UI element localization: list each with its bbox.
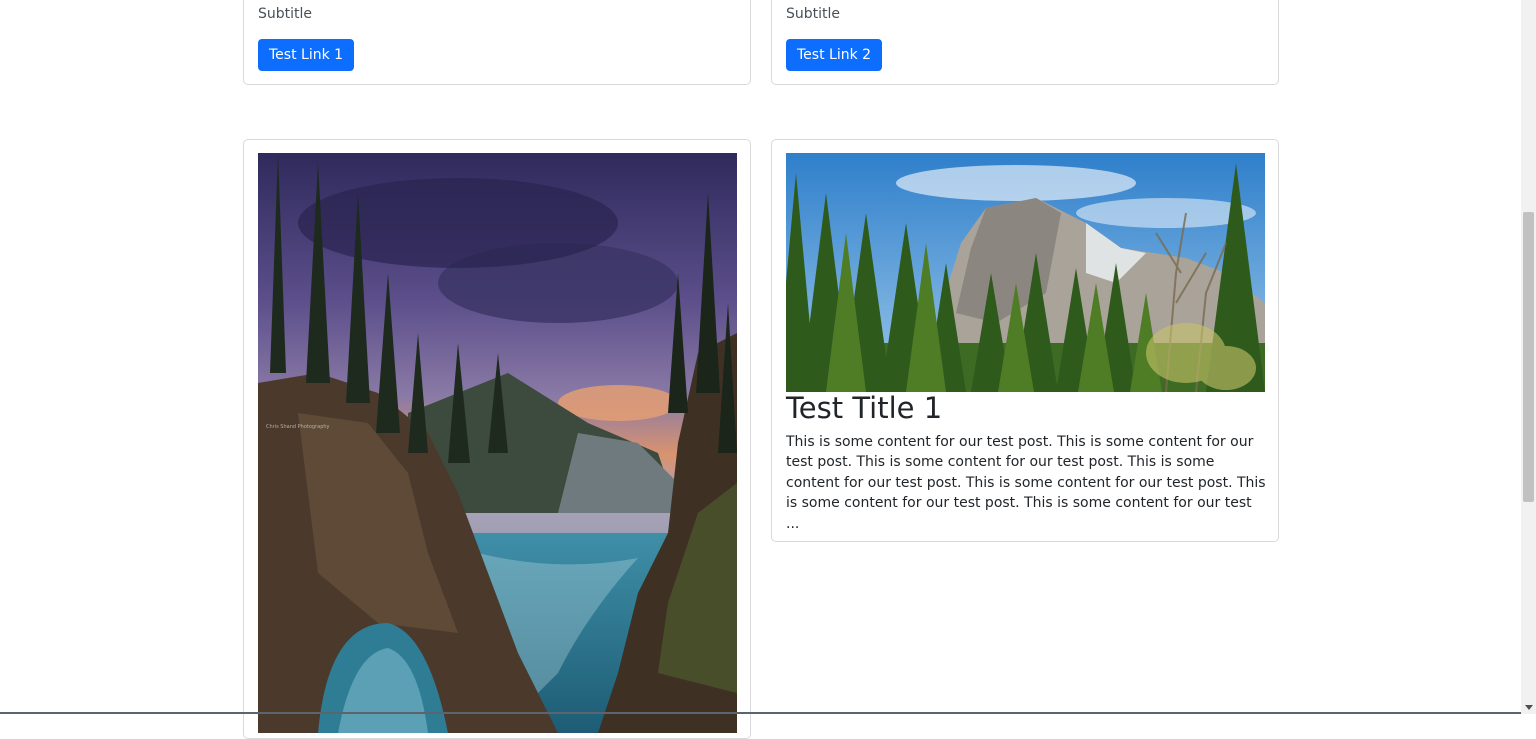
test-link-1-button[interactable]: Test Link 1 [258,39,355,71]
card-image-coast: Chris Shand Photography [243,139,751,739]
post-card: Test Title 1 This is some content for ou… [771,139,1279,542]
scrollbar-thumb[interactable] [1523,212,1534,502]
card-top-left: Subtitle Test Link 1 [243,0,751,85]
post-content: This is some content for our test post. … [786,434,1266,532]
coast-sunset-image: Chris Shand Photography [258,153,737,733]
svg-text:Chris Shand Photography: Chris Shand Photography [266,424,330,430]
scroll-down-arrow-icon[interactable] [1525,705,1533,710]
card-subtitle: Subtitle [258,6,313,22]
test-link-2-button[interactable]: Test Link 2 [786,39,883,71]
page-scrollbar[interactable] [1521,0,1536,714]
mountain-forest-image [786,153,1265,392]
card-top-right: Subtitle Test Link 2 [771,0,1279,85]
card-subtitle: Subtitle [786,6,841,22]
post-title: Test Title 1 [786,391,943,425]
